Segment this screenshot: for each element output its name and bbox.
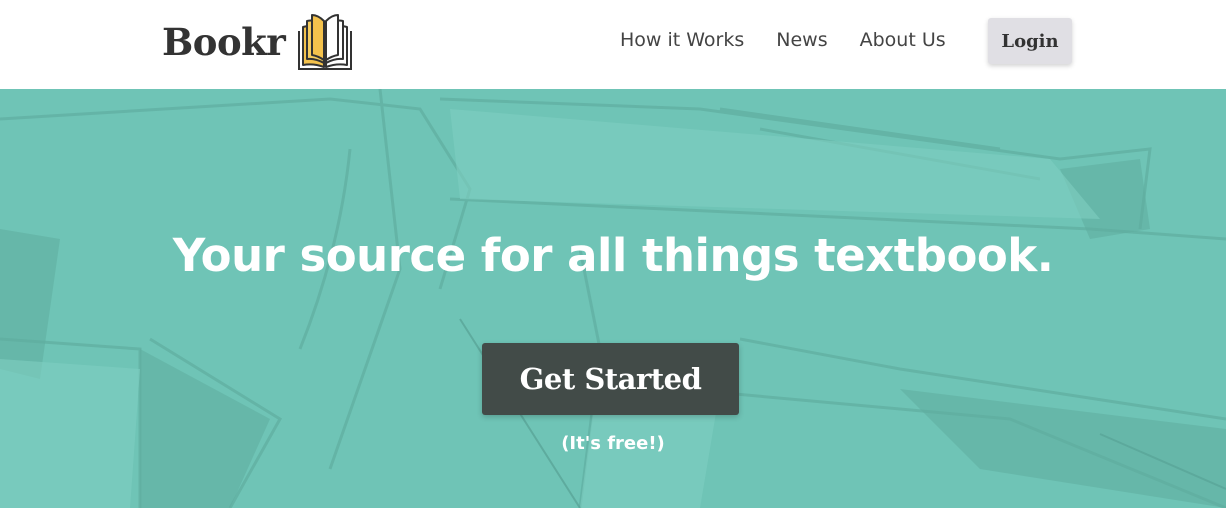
brand-logo-link[interactable]: Bookr: [162, 12, 355, 72]
nav-link-about-us[interactable]: About Us: [860, 29, 946, 51]
hero-section: Your source for all things textbook. Get…: [0, 89, 1226, 508]
hero-headline: Your source for all things textbook.: [172, 229, 1054, 282]
top-navbar: Bookr How it Works News About Us Login: [0, 0, 1226, 89]
nav-link-how-it-works[interactable]: How it Works: [620, 29, 744, 51]
get-started-button[interactable]: Get Started: [482, 343, 739, 415]
login-button[interactable]: Login: [988, 18, 1072, 64]
nav-link-news[interactable]: News: [776, 29, 827, 51]
cta-free-note: (It's free!): [561, 433, 665, 454]
main-nav: How it Works News About Us: [620, 0, 978, 80]
brand-name: Bookr: [162, 20, 286, 64]
open-book-icon: [298, 14, 353, 70]
